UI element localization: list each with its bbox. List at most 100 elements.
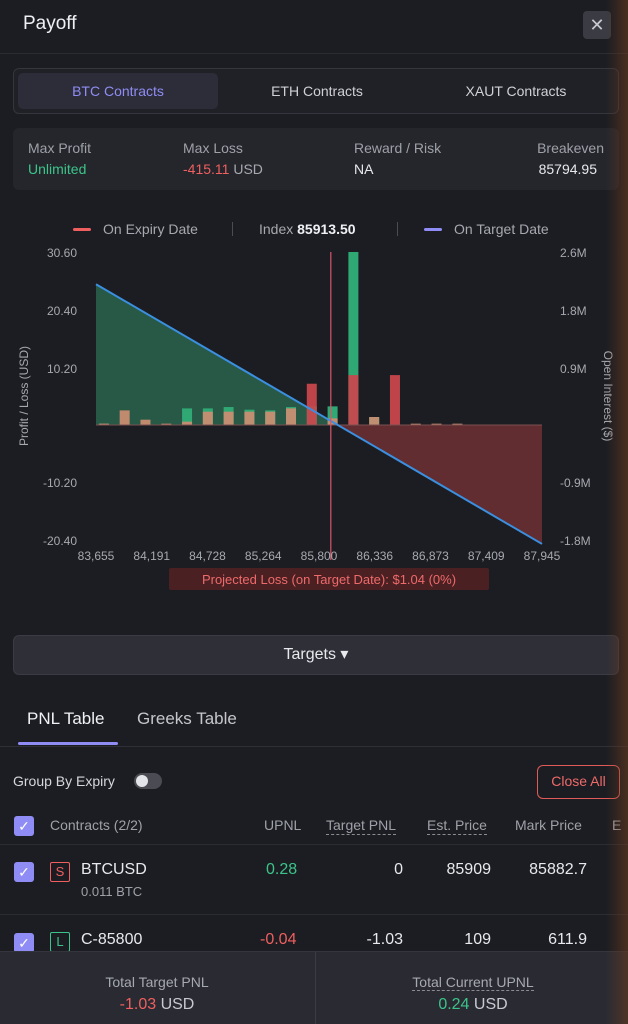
put-oi-bar (223, 411, 234, 425)
total-target-pnl-value: -1.03 (119, 996, 157, 1013)
reward-risk-value: NA (354, 161, 374, 177)
long-side-badge: L (50, 932, 70, 952)
toggle-knob (136, 775, 148, 787)
group-by-expiry-label: Group By Expiry (13, 773, 115, 789)
max-loss-label: Max Loss (183, 140, 243, 156)
max-loss-value: -415.11 (183, 161, 230, 177)
x-tick-label: 85,264 (245, 549, 282, 563)
put-oi-bar (202, 411, 213, 425)
contract-name: BTCUSD (81, 861, 147, 878)
x-tick-label: 86,873 (412, 549, 449, 563)
legend-divider (232, 222, 233, 236)
targets-dropdown-button[interactable]: Targets ▾ (13, 635, 619, 675)
modal-title: Payoff (23, 13, 77, 34)
y-tick-label: -20.40 (43, 534, 77, 548)
row-checkbox[interactable]: ✓ (14, 933, 34, 953)
payoff-chart: 30.60 20.40 10.20 -10.20 -20.40 2.6M 1.8M 0.9M -… (17, 246, 615, 590)
col-upnl: UPNL (264, 817, 302, 833)
active-tab-indicator (18, 742, 118, 745)
put-oi-bar (348, 375, 359, 425)
x-tick-label: 87,945 (524, 549, 561, 563)
y2-tick-label: -0.9M (560, 476, 591, 490)
put-oi-bar (140, 419, 151, 425)
expiry-legend-swatch (73, 228, 91, 231)
total-target-pnl: -1.03 USD (0, 996, 314, 1014)
max-loss-unit: USD (233, 161, 263, 177)
target-legend-label: On Target Date (454, 221, 549, 237)
y-axis-label: Profit / Loss (USD) (17, 346, 31, 446)
total-current-upnl-label[interactable]: Total Current UPNL (412, 974, 534, 991)
tab-greeks-table[interactable]: Greeks Table (137, 709, 237, 729)
x-tick-label: 86,336 (356, 549, 393, 563)
reward-risk-label: Reward / Risk (354, 140, 442, 156)
group-by-expiry-toggle[interactable] (134, 773, 162, 789)
y-tick-label: 10.20 (47, 362, 77, 376)
total-current-upnl-value: 0.24 (438, 996, 470, 1013)
row-est-price: 109 (464, 931, 491, 948)
modal-header: Payoff ✕ (0, 0, 628, 54)
col-contracts: Contracts (2/2) (50, 817, 143, 833)
put-oi-bar (306, 383, 317, 425)
col-truncated: E (612, 817, 622, 833)
contract-tabs: BTC Contracts ETH Contracts XAUT Contrac… (13, 68, 619, 114)
payoff-stats: Max Profit Unlimited Max Loss -415.11 US… (13, 128, 619, 190)
row-divider (0, 844, 628, 845)
row-checkbox[interactable]: ✓ (14, 862, 34, 882)
total-target-pnl-label: Total Target PNL (105, 974, 209, 990)
y-tick-label: 30.60 (47, 246, 77, 260)
tab-pnl-table[interactable]: PNL Table (27, 709, 105, 729)
breakeven-label: Breakeven (537, 140, 604, 156)
index-label: Index (259, 221, 294, 237)
contract-name: C-85800 (81, 931, 143, 948)
y2-tick-label: 0.9M (560, 362, 587, 376)
table-tabs: PNL Table Greeks Table (0, 700, 628, 747)
row-est-price: 85909 (446, 861, 492, 878)
short-side-badge: S (50, 862, 70, 882)
close-icon[interactable]: ✕ (583, 11, 611, 39)
close-all-button[interactable]: Close All (537, 765, 620, 799)
y2-tick-label: -1.8M (560, 534, 591, 548)
row-divider (0, 914, 628, 915)
y-tick-label: 20.40 (47, 304, 77, 318)
target-legend-swatch (424, 228, 442, 231)
max-profit-label: Max Profit (28, 140, 92, 156)
x-tick-label: 84,728 (189, 549, 226, 563)
total-current-upnl: 0.24 USD (316, 996, 628, 1014)
y2-tick-label: 2.6M (560, 246, 587, 260)
row-target-pnl: 0 (394, 861, 403, 878)
max-loss: -415.11 USD (183, 161, 263, 177)
contract-size: 0.011 BTC (81, 884, 143, 899)
max-profit-value: Unlimited (28, 161, 87, 177)
put-oi-bar (369, 417, 380, 425)
put-oi-bar (265, 411, 276, 425)
y-tick-label: -10.20 (43, 476, 77, 490)
legend-divider (397, 222, 398, 236)
col-target-pnl[interactable]: Target PNL (326, 817, 397, 835)
col-mark-price: Mark Price (515, 817, 582, 833)
y2-axis-label: Open Interest ($) (601, 351, 615, 442)
total-current-upnl-label-wrap: Total Current UPNL (316, 974, 628, 991)
expiry-legend-label: On Expiry Date (103, 221, 198, 237)
row-target-pnl: -1.03 (366, 931, 403, 948)
breakeven-value: 85794.95 (538, 161, 597, 177)
put-oi-bar (286, 408, 297, 425)
put-oi-bar (389, 375, 400, 425)
row-upnl: -0.04 (260, 931, 297, 948)
tab-btc-contracts[interactable]: BTC Contracts (18, 73, 218, 109)
put-oi-bar (244, 411, 255, 425)
x-tick-label: 87,409 (468, 549, 505, 563)
total-current-upnl-unit: USD (473, 996, 508, 1013)
select-all-checkbox[interactable]: ✓ (14, 816, 34, 836)
row-mark-price: 611.9 (548, 931, 587, 948)
index-value: 85913.50 (297, 221, 356, 237)
projection-label: Projected Loss (on Target Date): $1.04 (… (202, 572, 456, 587)
x-tick-label: 83,655 (78, 549, 115, 563)
col-est-price[interactable]: Est. Price (427, 817, 487, 835)
row-mark-price: 85882.7 (529, 861, 587, 878)
tab-xaut-contracts[interactable]: XAUT Contracts (416, 73, 616, 109)
totals-footer: Total Target PNL -1.03 USD Total Current… (0, 951, 628, 1024)
row-upnl: 0.28 (266, 861, 298, 878)
x-tick-label: 84,191 (133, 549, 170, 563)
tab-eth-contracts[interactable]: ETH Contracts (217, 73, 417, 109)
y2-tick-label: 1.8M (560, 304, 587, 318)
